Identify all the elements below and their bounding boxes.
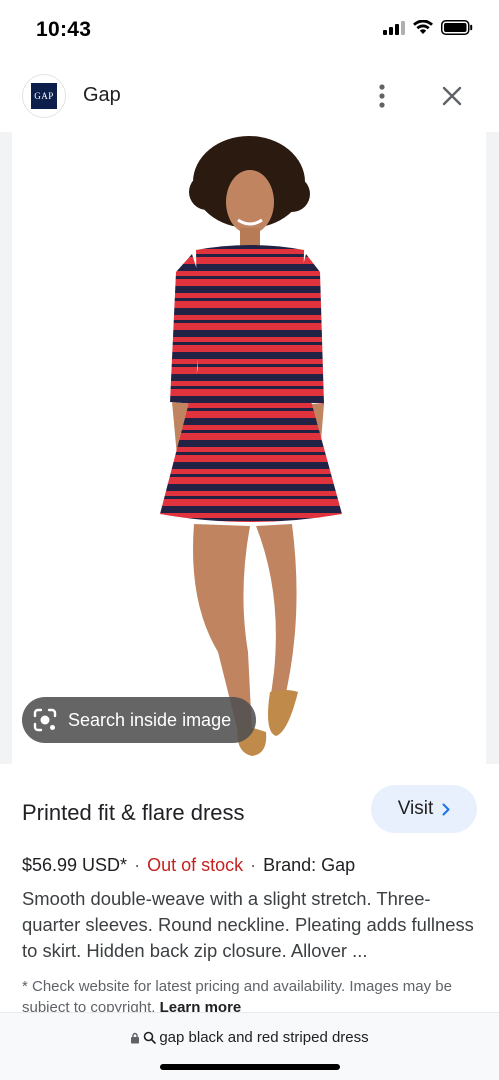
chevron-right-icon: [442, 803, 450, 815]
lens-icon: [33, 708, 57, 732]
close-button[interactable]: [436, 80, 468, 112]
visit-button[interactable]: Visit: [371, 785, 477, 833]
separator-dot: ·: [134, 855, 141, 875]
status-time: 10:43: [36, 18, 92, 41]
query-row[interactable]: gap black and red striped dress: [0, 1029, 499, 1046]
product-image[interactable]: [12, 132, 486, 764]
search-inside-image-label: Search inside image: [68, 709, 232, 730]
status-icons: [383, 20, 473, 35]
disclaimer: * Check website for latest pricing and a…: [22, 976, 477, 1012]
lock-icon: [131, 1032, 140, 1043]
battery-icon: [441, 20, 473, 35]
separator-dot: ·: [250, 855, 257, 875]
product-price: $56.99 USD*: [22, 855, 128, 875]
site-logo: GAP: [22, 74, 66, 118]
more-options-button[interactable]: [368, 80, 396, 112]
product-title[interactable]: Printed fit & flare dress: [22, 800, 245, 826]
search-icon: [144, 1031, 157, 1044]
search-inside-image-button[interactable]: Search inside image: [22, 697, 256, 743]
bottom-url-bar: gap black and red striped dress: [0, 1012, 499, 1080]
product-brand: Brand: Gap: [263, 855, 356, 875]
site-name[interactable]: Gap: [83, 84, 121, 107]
status-bar: 10:43: [0, 0, 499, 62]
wifi-icon: [413, 20, 433, 34]
more-vert-icon: [379, 84, 385, 108]
visit-label: Visit: [397, 798, 434, 819]
learn-more-link[interactable]: Learn more: [160, 999, 242, 1012]
stock-status: Out of stock: [147, 855, 244, 875]
close-icon: [442, 86, 462, 106]
product-description: Smooth double-weave with a slight stretc…: [22, 888, 474, 961]
result-header: GAP Gap: [0, 62, 499, 132]
product-image-area: [0, 132, 499, 764]
home-indicator[interactable]: [160, 1064, 340, 1070]
gap-logo: GAP: [31, 83, 57, 109]
search-query: gap black and red striped dress: [159, 1029, 369, 1046]
product-meta: $56.99 USD* · Out of stock · Brand: Gap: [22, 855, 355, 876]
cellular-signal-icon: [383, 20, 405, 35]
woman-in-striped-dress-photo: [160, 136, 342, 756]
